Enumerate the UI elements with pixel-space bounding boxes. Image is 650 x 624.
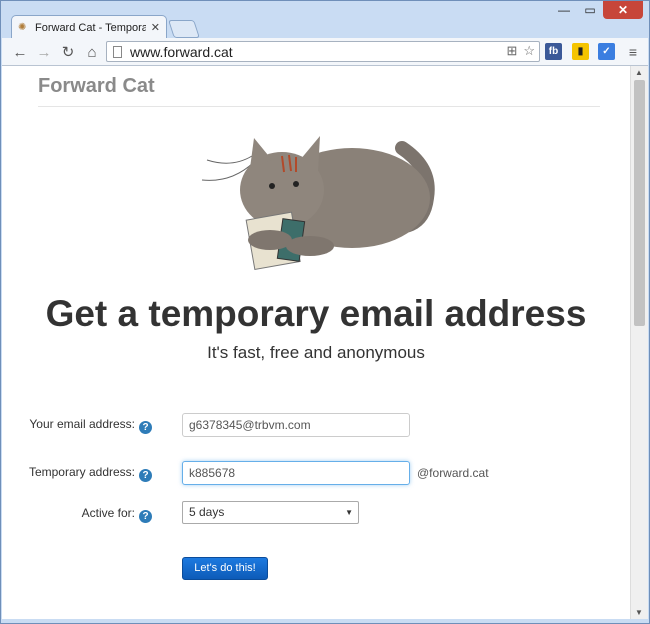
cat-favicon-icon: ✺ [18,21,27,33]
temp-help-icon[interactable]: ? [139,469,152,482]
temp-address-field[interactable]: k885678 [182,461,410,485]
url-text: www.forward.cat [130,43,233,60]
new-tab-button[interactable] [168,20,200,38]
submit-button[interactable]: Let's do this! [182,557,268,580]
fb-extension-icon[interactable]: fb [545,43,562,60]
browser-window: — ▭ ✕ ✺ Forward Cat - Temporar ✕ ← → ↻ ⌂… [0,0,650,624]
scroll-thumb[interactable] [634,80,645,326]
close-window-button[interactable]: ✕ [603,1,643,19]
email-label-row: Your email address:? [2,417,152,434]
scroll-up-icon[interactable]: ▲ [635,68,643,77]
vertical-scrollbar[interactable]: ▲ ▼ [630,66,648,619]
phone-extension-icon[interactable]: ▮ [572,43,589,60]
back-icon[interactable]: ← [10,42,30,62]
active-for-label: Active for: [81,506,135,520]
active-help-icon[interactable]: ? [139,510,152,523]
page-headline: Get a temporary email address [45,293,587,334]
home-icon[interactable]: ⌂ [82,42,102,62]
active-label-row: Active for:? [2,506,152,523]
page-icon [113,45,122,58]
reload-icon[interactable]: ↻ [58,42,78,62]
address-bar[interactable]: www.forward.cat ⊞ ☆ [106,41,540,62]
domain-suffix: @forward.cat [417,466,489,480]
minimize-button[interactable]: — [551,1,577,19]
page-subheadline: It's fast, free and anonymous [207,343,425,362]
translate-icon[interactable]: ⊞ [506,43,517,59]
temp-address-label: Temporary address: [28,465,135,479]
browser-toolbar: ← → ↻ ⌂ www.forward.cat ⊞ ☆ fb ▮ ✓ ≡ [2,38,648,66]
email-help-icon[interactable]: ? [139,421,152,434]
header-divider [38,106,600,107]
scroll-down-icon[interactable]: ▼ [635,608,643,617]
duration-value: 5 days [189,505,225,519]
forward-icon[interactable]: → [34,42,54,62]
tab-title: Forward Cat - Temporar [35,21,146,34]
email-field[interactable]: g6378345@trbvm.com [182,413,410,437]
cat-illustration [201,136,435,271]
email-label: Your email address: [29,417,135,431]
duration-select[interactable]: 5 days ▼ [182,501,359,524]
dropdown-arrow-icon: ▼ [345,508,353,517]
check-extension-icon[interactable]: ✓ [598,43,615,60]
menu-icon[interactable]: ≡ [623,42,643,62]
temp-label-row: Temporary address:? [2,465,152,482]
page-viewport: Forward Cat Get a temporary email addres… [2,66,630,619]
maximize-button[interactable]: ▭ [577,1,603,19]
close-tab-icon[interactable]: ✕ [151,21,160,34]
brand-logo[interactable]: Forward Cat [38,75,155,98]
star-icon[interactable]: ☆ [523,43,535,59]
window-controls: — ▭ ✕ [551,1,643,19]
browser-tab[interactable]: ✺ Forward Cat - Temporar ✕ [11,15,167,39]
